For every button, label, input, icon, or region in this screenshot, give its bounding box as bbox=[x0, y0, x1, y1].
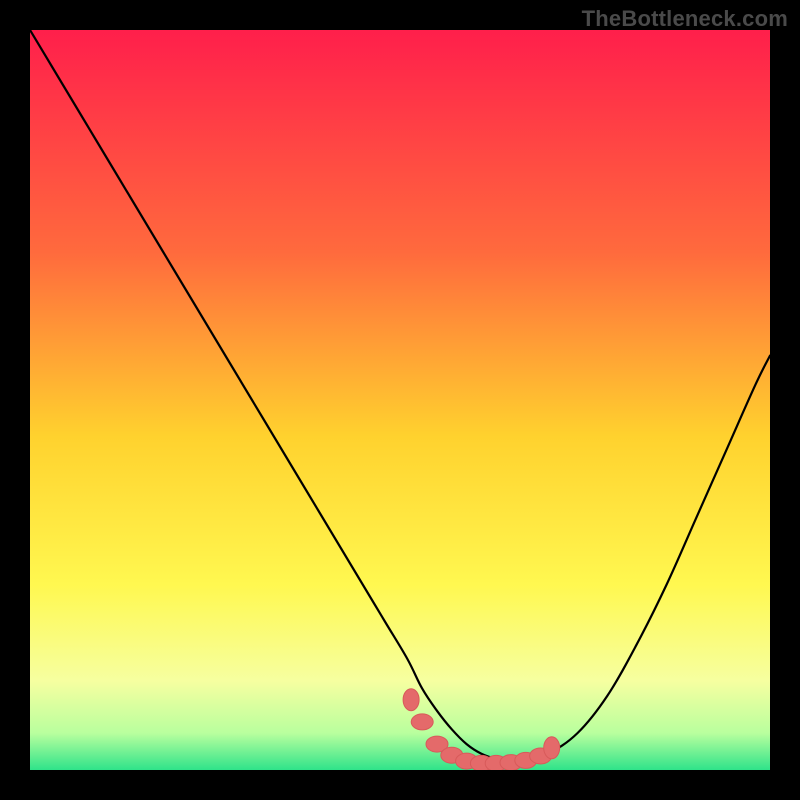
plot-svg bbox=[30, 30, 770, 770]
chart-frame: TheBottleneck.com bbox=[0, 0, 800, 800]
gradient-bg bbox=[30, 30, 770, 770]
watermark-text: TheBottleneck.com bbox=[582, 6, 788, 32]
plot-area bbox=[30, 30, 770, 770]
curve-marker bbox=[403, 689, 419, 711]
curve-marker bbox=[411, 714, 433, 730]
curve-marker bbox=[544, 737, 560, 759]
